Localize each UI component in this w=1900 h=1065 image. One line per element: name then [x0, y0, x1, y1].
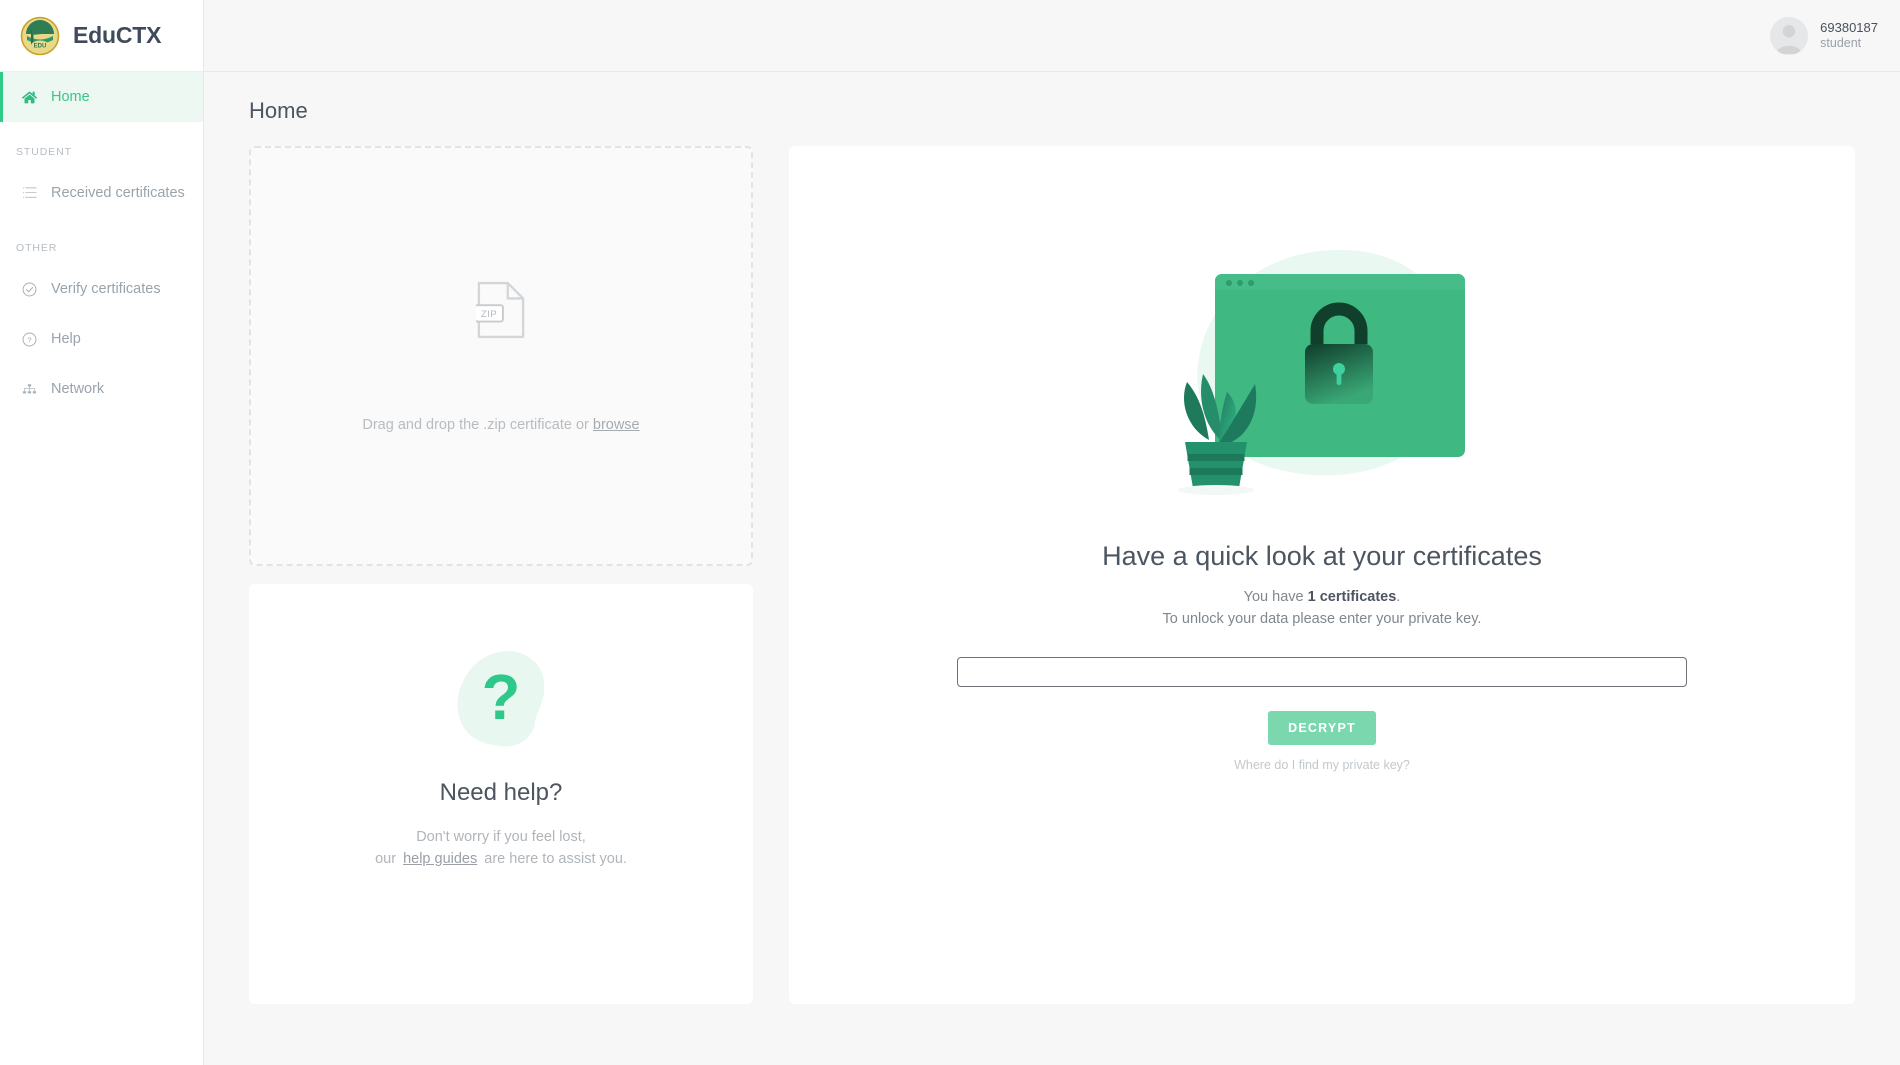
- page-content: Home ZIP Drag and drop the .zip certific…: [204, 72, 1900, 1065]
- sidebar-item-label-received-certificates: Received certificates: [51, 185, 185, 201]
- page-title: Home: [249, 98, 308, 123]
- brand-name: EduCTX: [73, 22, 162, 48]
- sidebar-item-received-certificates[interactable]: Received certificates: [0, 168, 203, 218]
- svg-text:?: ?: [27, 335, 31, 344]
- help-card-line2-suffix: are here to assist you.: [484, 850, 627, 867]
- network-sitemap-icon: [19, 380, 39, 398]
- browse-link[interactable]: browse: [593, 417, 640, 433]
- zip-file-icon: ZIP: [474, 280, 526, 345]
- home-icon: [19, 88, 39, 106]
- certificates-instruction: To unlock your data please enter your pr…: [1162, 611, 1482, 628]
- avatar: [1770, 16, 1809, 55]
- app-root: EDU EduCTX Home STUDENT Received certifi…: [0, 0, 1900, 1065]
- help-card-text: Don't worry if you feel lost, our help g…: [375, 827, 627, 871]
- sidebar-item-label-network: Network: [51, 381, 105, 397]
- help-guides-link[interactable]: help guides: [403, 851, 477, 867]
- eductx-graduation-cap-logo-icon: EDU: [20, 16, 60, 56]
- sidebar-item-network[interactable]: Network: [0, 364, 203, 414]
- check-circle-icon: [19, 280, 39, 298]
- list-icon: [19, 184, 39, 202]
- help-card-title: Need help?: [439, 779, 563, 806]
- certificates-count: You have 1 certificates.: [1244, 586, 1401, 608]
- dropzone-text-prefix: Drag and drop the .zip certificate or: [362, 416, 593, 433]
- help-card: ? Need help? Don't worry if you feel los…: [249, 584, 753, 1004]
- question-circle-icon: ?: [19, 330, 39, 348]
- sidebar-item-label-help: Help: [51, 331, 81, 347]
- main-region: 69380187 student Home ZIP Drag and drop …: [204, 0, 1900, 1065]
- certificates-card: Have a quick look at your certificates Y…: [789, 146, 1855, 1004]
- user-meta: 69380187 student: [1820, 20, 1878, 52]
- right-column: Have a quick look at your certificates Y…: [789, 146, 1855, 1004]
- svg-text:?: ?: [482, 662, 521, 733]
- certificates-title: Have a quick look at your certificates: [1102, 541, 1542, 571]
- question-mark-blob-icon: ?: [448, 646, 554, 757]
- help-card-line1: Don't worry if you feel lost,: [416, 829, 586, 845]
- certificates-count-prefix: You have: [1243, 589, 1308, 605]
- certificates-count-suffix: .: [1396, 589, 1401, 605]
- left-column: ZIP Drag and drop the .zip certificate o…: [249, 146, 753, 1004]
- sidebar-item-label-home: Home: [51, 89, 90, 105]
- locked-browser-window-with-plant-illustration-icon: [1157, 232, 1487, 507]
- svg-text:ZIP: ZIP: [481, 309, 497, 320]
- sidebar: EDU EduCTX Home STUDENT Received certifi…: [0, 0, 204, 1065]
- sidebar-item-help[interactable]: ? Help: [0, 314, 203, 364]
- help-card-line2: our help guides are here to assist you.: [375, 849, 627, 871]
- dropzone-text: Drag and drop the .zip certificate or br…: [362, 417, 639, 433]
- brand[interactable]: EDU EduCTX: [0, 0, 203, 72]
- user-name: 69380187: [1820, 19, 1878, 35]
- decrypt-button[interactable]: DECRYPT: [1268, 710, 1376, 745]
- sidebar-item-home[interactable]: Home: [0, 72, 203, 122]
- topbar: 69380187 student: [204, 0, 1900, 72]
- find-private-key-link[interactable]: Where do I find my private key?: [1234, 758, 1410, 772]
- help-card-line2-prefix: our: [375, 850, 397, 867]
- sidebar-section-student: STUDENT: [16, 146, 72, 158]
- private-key-input[interactable]: [957, 656, 1687, 687]
- certificate-dropzone[interactable]: ZIP Drag and drop the .zip certificate o…: [249, 146, 753, 566]
- panels: ZIP Drag and drop the .zip certificate o…: [204, 146, 1900, 1004]
- user-menu[interactable]: 69380187 student: [1770, 16, 1878, 55]
- svg-text:EDU: EDU: [34, 43, 47, 49]
- certificates-count-value: 1 certificates: [1307, 589, 1397, 605]
- sidebar-item-label-verify-certificates: Verify certificates: [51, 281, 161, 297]
- sidebar-section-other: OTHER: [16, 242, 58, 254]
- user-role: student: [1820, 35, 1862, 50]
- sidebar-item-verify-certificates[interactable]: Verify certificates: [0, 264, 203, 314]
